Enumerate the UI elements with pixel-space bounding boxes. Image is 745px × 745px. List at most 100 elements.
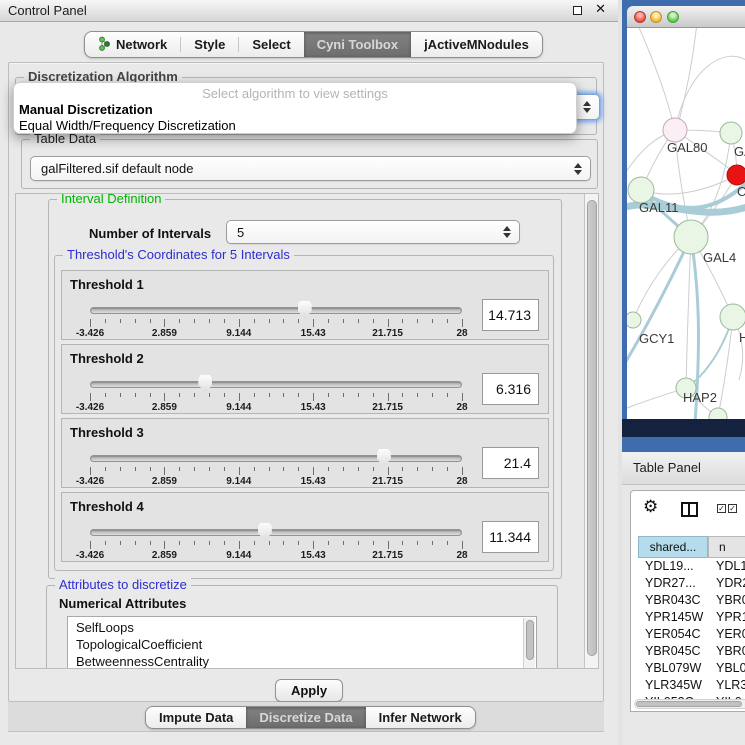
attributes-group: Attributes to discretize Numerical Attri… [46,585,558,669]
settings-vertical-scrollbar[interactable] [584,194,599,669]
network-node-gal80[interactable] [663,118,687,142]
cyni-bottom-strip: Impute Data Discretize Data Infer Network [8,702,604,732]
table-cell: YBR043C [638,592,708,609]
window-title: Control Panel [8,0,87,21]
table-horizontal-scrollbar[interactable] [634,699,745,709]
tick-label: 21.715 [372,328,403,339]
control-panel-titlebar: Control Panel ✕ [0,0,618,22]
table-row[interactable]: YBR045CYBR0 [638,643,745,660]
tab-select[interactable]: Select [239,32,303,57]
tick-label: 28 [456,550,467,561]
slider-track[interactable] [90,307,462,314]
algorithm-option-manual[interactable]: Manual Discretization [19,102,153,117]
network-node-red-selected[interactable] [727,165,745,185]
attribute-item[interactable]: TopologicalCoefficient [68,636,536,653]
network-node-h-node[interactable] [720,304,745,330]
table-row[interactable]: YDR27...YDR2 [638,575,745,592]
close-traffic-light-icon[interactable] [634,11,646,23]
threshold-value-field[interactable]: 14.713 [482,299,539,331]
tab-jactivemnodules[interactable]: jActiveMNodules [411,32,542,57]
node-label: GAL80 [667,140,707,155]
split-columns-icon[interactable] [681,502,698,517]
attributes-scrollbar[interactable] [523,618,535,669]
threshold-value-field[interactable]: 6.316 [482,373,539,405]
scrollbar-thumb[interactable] [587,200,597,656]
node-label: GA [734,144,745,159]
slider-track[interactable] [90,529,462,536]
close-icon[interactable]: ✕ [595,2,606,17]
table-rows: YDL19...YDL1YDR27...YDR2YBR043CYBR0YPR14… [638,558,745,711]
table-row[interactable]: YBL079WYBL0 [638,660,745,677]
slider-thumb[interactable] [298,301,312,319]
cyni-bottom-tabs: Impute Data Discretize Data Infer Network [145,706,476,729]
tab-discretize-data[interactable]: Discretize Data [246,707,365,728]
network-node-gcy1[interactable] [627,312,641,328]
control-panel-window: Control Panel ✕ Network Style Select Cyni T… [0,0,618,745]
zoom-traffic-light-icon[interactable] [667,11,679,23]
table-row[interactable]: YPR145WYPR1 [638,609,745,626]
table-row[interactable]: YER054CYER0 [638,626,745,643]
network-node-bottom-partial[interactable] [709,408,727,419]
table-row[interactable]: YLR345WYLR3 [638,677,745,694]
column-header-name[interactable]: n [708,536,745,558]
slider-ticks [90,541,462,550]
threshold-slider[interactable]: -3.4262.8599.14415.4321.71528 [90,521,462,561]
table-cell: YDR2 [708,575,745,592]
tab-label: Select [252,37,290,52]
algorithm-hint-option[interactable]: Select algorithm to view settings [14,86,576,101]
tab-infer-network[interactable]: Infer Network [366,707,475,728]
tick-label: 2.859 [152,550,177,561]
number-of-intervals-value: 5 [237,221,244,243]
node-label: H [739,330,745,345]
threshold-value-field[interactable]: 21.4 [482,447,539,479]
network-node-top-green[interactable] [720,122,742,144]
network-canvas[interactable]: GAL80GACGAL11GAL4GCY1HHAP2 [627,28,745,419]
table-row[interactable]: YBR043CYBR0 [638,592,745,609]
table-row[interactable]: YDL19...YDL1 [638,558,745,575]
group-label: Threshold's Coordinates for 5 Intervals [63,247,294,262]
tick-label: 2.859 [152,402,177,413]
slider-track[interactable] [90,455,462,462]
tick-label: 9.144 [226,402,251,413]
column-header-shared-name[interactable]: shared... [638,536,708,558]
slider-track[interactable] [90,381,462,388]
attribute-item[interactable]: SelfLoops [68,619,536,636]
select-columns-icon[interactable]: ✓✓ [717,504,737,513]
threshold-row: Threshold 4 -3.4262.8599.14415.4321.7152… [61,492,549,562]
threshold-slider[interactable]: -3.4262.8599.14415.4321.71528 [90,373,462,413]
table-data-combobox[interactable]: galFiltered.sif default node [30,156,591,181]
node-label: GCY1 [639,331,674,346]
table-cell: YBL079W [638,660,708,677]
tick-label: -3.426 [76,476,104,487]
gear-icon[interactable]: ⚙ [643,499,658,516]
threshold-slider[interactable]: -3.4262.8599.14415.4321.71528 [90,447,462,487]
network-window-titlebar[interactable] [627,6,745,28]
tick-label: 9.144 [226,550,251,561]
combobox-stepper-icon [503,226,511,238]
threshold-slider[interactable]: -3.4262.8599.14415.4321.71528 [90,299,462,339]
tab-label: Discretize Data [259,710,352,725]
apply-button[interactable]: Apply [275,679,343,702]
scrollbar-thumb[interactable] [636,701,742,707]
float-window-icon[interactable] [573,6,582,15]
attribute-item[interactable]: BetweennessCentrality [68,653,536,669]
minimize-traffic-light-icon[interactable] [650,11,662,23]
tick-label: -3.426 [76,550,104,561]
table-cell: YLR3 [708,677,745,694]
node-label: C [737,184,745,199]
slider-thumb[interactable] [377,449,391,467]
tab-impute-data[interactable]: Impute Data [146,707,246,728]
tab-label: Style [194,37,225,52]
table-header-row: shared... n [638,536,745,558]
tab-cyni-toolbox[interactable]: Cyni Toolbox [304,32,411,57]
slider-tick-labels: -3.4262.8599.14415.4321.71528 [90,328,462,340]
slider-thumb[interactable] [198,375,212,393]
tab-style[interactable]: Style [181,32,238,57]
algorithm-option-equal-width[interactable]: Equal Width/Frequency Discretization [19,118,236,133]
slider-thumb[interactable] [258,523,272,541]
table-cell: YBL0 [708,660,745,677]
threshold-value-field[interactable]: 11.344 [482,521,539,553]
number-of-intervals-combobox[interactable]: 5 [226,220,520,244]
network-node-gal4[interactable] [674,220,708,254]
tab-network[interactable]: Network [85,32,180,57]
